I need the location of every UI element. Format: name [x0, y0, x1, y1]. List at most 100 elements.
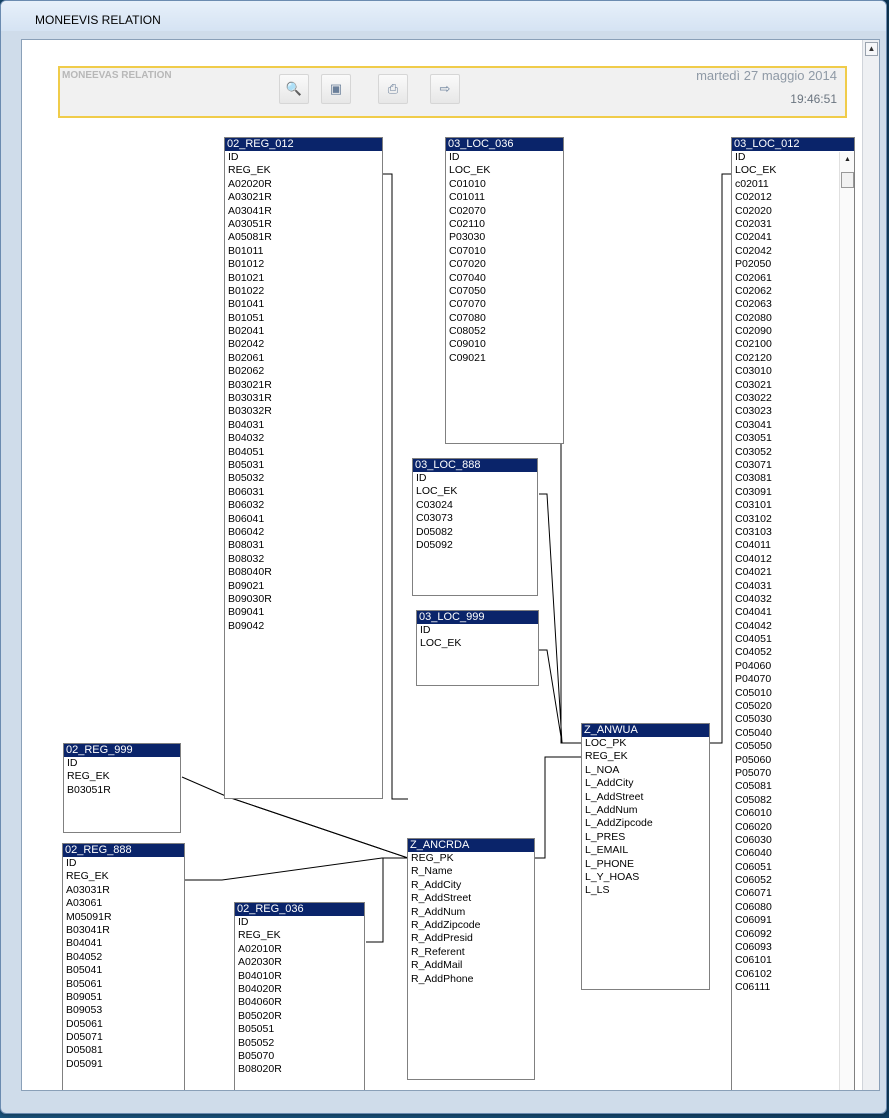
scroll-up-arrow-icon[interactable]: ▲: [844, 156, 851, 163]
table-field[interactable]: B04051: [228, 446, 382, 459]
table-field[interactable]: B02042: [228, 338, 382, 351]
table-field[interactable]: C04021: [735, 566, 854, 579]
table-field[interactable]: C07070: [449, 298, 563, 311]
table-field[interactable]: C05020: [735, 700, 854, 713]
table-field[interactable]: C06010: [735, 807, 854, 820]
table-field[interactable]: C01010: [449, 178, 563, 191]
table-field[interactable]: C04012: [735, 553, 854, 566]
table-field[interactable]: D05061: [66, 1018, 184, 1031]
table-02-reg-888[interactable]: 02_REG_888 ID REG_EK A03031R A03061 M05091R B…: [62, 843, 185, 1090]
table-field[interactable]: B01051: [228, 312, 382, 325]
table-field[interactable]: L_AddStreet: [585, 791, 709, 804]
table-03-loc-036[interactable]: 03_LOC_036 ID LOC_EK C01010 C01011 C02070 C02…: [445, 137, 564, 444]
table-field[interactable]: ID: [416, 472, 537, 485]
table-field[interactable]: B08031: [228, 539, 382, 552]
table-field[interactable]: C03101: [735, 499, 854, 512]
table-field[interactable]: LOC_EK: [416, 485, 537, 498]
table-field[interactable]: C02120: [735, 352, 854, 365]
table-field[interactable]: C03051: [735, 432, 854, 445]
table-field[interactable]: L_PHONE: [585, 858, 709, 871]
table-field[interactable]: L_AddZipcode: [585, 817, 709, 830]
table-field[interactable]: B05031: [228, 459, 382, 472]
table-field[interactable]: B04010R: [238, 970, 364, 983]
table-field[interactable]: C04051: [735, 633, 854, 646]
table-field[interactable]: C04032: [735, 593, 854, 606]
table-field[interactable]: C07010: [449, 245, 563, 258]
table-field[interactable]: R_AddPresid: [411, 932, 534, 945]
table-field[interactable]: B03032R: [228, 405, 382, 418]
table-field[interactable]: REG_EK: [228, 164, 382, 177]
table-field[interactable]: C06111: [735, 981, 854, 994]
table-02-reg-012[interactable]: 02_REG_012 ID REG_EK A02020R A03021R A03041R…: [224, 137, 383, 799]
table-field[interactable]: R_AddPhone: [411, 973, 534, 986]
table-field[interactable]: D05081: [66, 1044, 184, 1057]
table-field[interactable]: B01041: [228, 298, 382, 311]
table-field[interactable]: C02042: [735, 245, 854, 258]
table-field[interactable]: C06080: [735, 901, 854, 914]
table-field[interactable]: B03041R: [66, 924, 184, 937]
table-03-loc-012[interactable]: 03_LOC_012 ID LOC_EK c02011 C02012 C02020 C02…: [731, 137, 855, 1090]
table-field[interactable]: B01021: [228, 272, 382, 285]
table-field[interactable]: B09053: [66, 1004, 184, 1017]
table-field[interactable]: B01022: [228, 285, 382, 298]
table-field[interactable]: P03030: [449, 231, 563, 244]
table-field[interactable]: REG_EK: [238, 929, 364, 942]
table-field[interactable]: C05081: [735, 780, 854, 793]
table-field[interactable]: B09042: [228, 620, 382, 633]
table-scrollbar[interactable]: ▲: [839, 152, 854, 1090]
table-field[interactable]: C06092: [735, 928, 854, 941]
table-field[interactable]: P04070: [735, 673, 854, 686]
table-field[interactable]: C03041: [735, 419, 854, 432]
table-field[interactable]: L_EMAIL: [585, 844, 709, 857]
table-field[interactable]: C03023: [735, 405, 854, 418]
table-field[interactable]: C08052: [449, 325, 563, 338]
table-field[interactable]: ID: [228, 151, 382, 164]
table-field[interactable]: A03021R: [228, 191, 382, 204]
table-field[interactable]: C03024: [416, 499, 537, 512]
table-field[interactable]: C03103: [735, 526, 854, 539]
table-field[interactable]: B01012: [228, 258, 382, 271]
table-field[interactable]: B05032: [228, 472, 382, 485]
table-field[interactable]: REG_EK: [66, 870, 184, 883]
scroll-up-icon[interactable]: ▲: [865, 42, 878, 56]
table-field[interactable]: C09010: [449, 338, 563, 351]
table-field[interactable]: LOC_EK: [420, 637, 538, 650]
table-field[interactable]: L_Y_HOAS: [585, 871, 709, 884]
table-field[interactable]: C02080: [735, 312, 854, 325]
table-z-ancrda[interactable]: Z_ANCRDA REG_PK R_Name R_AddCity R_AddStree…: [407, 838, 535, 1080]
table-field[interactable]: C03022: [735, 392, 854, 405]
table-field[interactable]: B03021R: [228, 379, 382, 392]
table-field[interactable]: B08040R: [228, 566, 382, 579]
table-field[interactable]: C05040: [735, 727, 854, 740]
table-field[interactable]: C06040: [735, 847, 854, 860]
table-field[interactable]: B04052: [66, 951, 184, 964]
table-field[interactable]: C09021: [449, 352, 563, 365]
table-field[interactable]: B09051: [66, 991, 184, 1004]
table-field[interactable]: C02020: [735, 205, 854, 218]
table-field[interactable]: B06032: [228, 499, 382, 512]
table-field[interactable]: c02011: [735, 178, 854, 191]
table-field[interactable]: LOC_EK: [449, 164, 563, 177]
table-field[interactable]: C07040: [449, 272, 563, 285]
table-field[interactable]: B02062: [228, 365, 382, 378]
table-field[interactable]: B09041: [228, 606, 382, 619]
table-field[interactable]: A02010R: [238, 943, 364, 956]
table-field[interactable]: R_AddCity: [411, 879, 534, 892]
table-field[interactable]: P05070: [735, 767, 854, 780]
table-field[interactable]: B06042: [228, 526, 382, 539]
table-field[interactable]: D05071: [66, 1031, 184, 1044]
table-field[interactable]: B08032: [228, 553, 382, 566]
table-field[interactable]: A03031R: [66, 884, 184, 897]
table-field[interactable]: A03061: [66, 897, 184, 910]
table-field[interactable]: C07020: [449, 258, 563, 271]
table-field[interactable]: L_LS: [585, 884, 709, 897]
table-field[interactable]: B03051R: [67, 784, 180, 797]
table-field[interactable]: B08020R: [238, 1063, 364, 1076]
table-field[interactable]: L_AddNum: [585, 804, 709, 817]
table-field[interactable]: C03052: [735, 446, 854, 459]
table-field[interactable]: C02110: [449, 218, 563, 231]
table-field[interactable]: R_AddZipcode: [411, 919, 534, 932]
table-field[interactable]: C02012: [735, 191, 854, 204]
table-field[interactable]: B09021: [228, 580, 382, 593]
table-field[interactable]: B04060R: [238, 996, 364, 1009]
